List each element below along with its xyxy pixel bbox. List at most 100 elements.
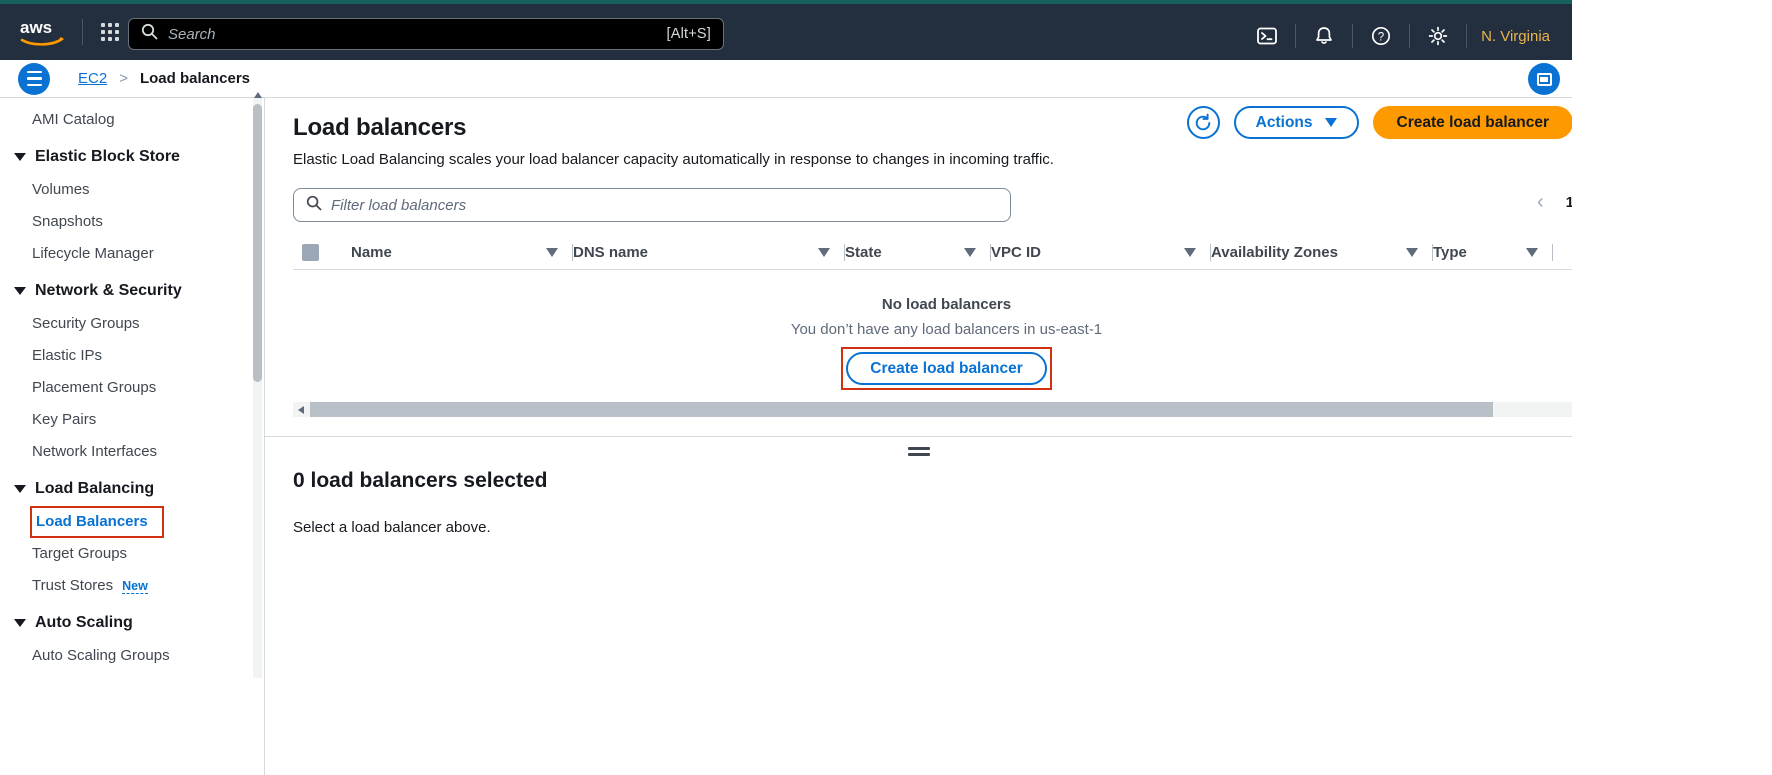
sidebar-item-label: AMI Catalog (32, 111, 115, 128)
column-header-label: VPC ID (991, 244, 1042, 261)
actions-dropdown-button[interactable]: Actions (1233, 106, 1359, 139)
caret-down-icon (14, 485, 26, 493)
filter-load-balancers-field[interactable] (293, 188, 1011, 222)
page-header-actions: Actions Create load balancer (1186, 106, 1572, 139)
filter-input[interactable] (331, 196, 998, 214)
sidebar-item-placement-groups[interactable]: Placement Groups (0, 372, 250, 404)
column-header-label: DNS name (573, 244, 649, 261)
column-header-name[interactable]: Name (351, 236, 573, 269)
detail-panel-title: 0 load balancers selected (293, 469, 548, 492)
services-apps-grid-icon[interactable] (93, 15, 127, 49)
page-right-gutter (1572, 0, 1772, 775)
table-empty-state: No load balancers You don’t have any loa… (293, 270, 1572, 390)
settings-gear-icon[interactable] (1418, 16, 1458, 56)
sidebar-group-label: Elastic Block Store (35, 148, 180, 165)
page-header: Load balancers Elastic Load Balancing sc… (265, 98, 1572, 168)
sidebar-item-new-badge: New (122, 579, 148, 594)
sidebar-item-ami-catalog[interactable]: AMI Catalog (0, 104, 250, 136)
region-selector[interactable]: N. Virginia (1475, 28, 1562, 45)
sidebar-item-security-groups[interactable]: Security Groups (0, 308, 250, 340)
sort-descending-icon[interactable] (818, 248, 830, 257)
sidebar-item-lifecycle-manager[interactable]: Lifecycle Manager (0, 238, 250, 270)
sidebar-item-key-pairs[interactable]: Key Pairs (0, 404, 250, 436)
table-scrollbar-thumb[interactable] (310, 402, 1493, 417)
sidebar-item-network-interfaces[interactable]: Network Interfaces (0, 436, 250, 468)
main-content: Load balancers Elastic Load Balancing sc… (265, 98, 1572, 775)
breadcrumb-bar: EC2 > Load balancers (0, 60, 1572, 98)
sidebar-item-label: Lifecycle Manager (32, 245, 154, 262)
sidebar-item-label: Security Groups (32, 315, 140, 332)
sidebar-scrollbar[interactable] (253, 92, 262, 678)
column-header-vpc-id[interactable]: VPC ID (991, 236, 1211, 269)
top-nav-right-group: ? N. Virginia (1247, 8, 1572, 64)
nav-divider (1352, 24, 1354, 48)
sidebar-group-label: Auto Scaling (35, 614, 133, 631)
refresh-icon[interactable] (1186, 106, 1220, 139)
sort-descending-icon[interactable] (1406, 248, 1418, 257)
sidebar-item-load-balancers[interactable]: Load Balancers (30, 506, 164, 538)
pagination-prev-button[interactable]: ‹ (1537, 192, 1544, 212)
sort-descending-icon[interactable] (546, 248, 558, 257)
sidebar-item-auto-scaling-groups[interactable]: Auto Scaling Groups (0, 640, 250, 672)
sidebar-item-label: Target Groups (32, 545, 128, 562)
load-balancers-table: Name DNS name State VPC ID Availability Zone… (293, 236, 1572, 390)
column-divider (1552, 244, 1553, 261)
column-header-label: Name (351, 244, 392, 261)
search-icon (306, 195, 322, 216)
split-panel-toggle-icon[interactable] (1528, 63, 1560, 95)
search-shortcut-hint: [Alt+S] (666, 26, 711, 42)
filter-row: ‹ 1 (293, 188, 1572, 222)
column-header-label: State (845, 244, 882, 261)
column-header-type[interactable]: Type (1433, 236, 1553, 269)
sidebar-navigation: AMI Catalog Elastic Block Store Volumes Sna… (0, 98, 250, 775)
column-header-label: Availability Zones (1211, 244, 1338, 261)
column-header-dns-name[interactable]: DNS name (573, 236, 845, 269)
sidebar-group-network-security[interactable]: Network & Security (0, 270, 250, 308)
column-header-state[interactable]: State (845, 236, 991, 269)
nav-divider (1409, 24, 1411, 48)
empty-state-subtitle: You don’t have any load balancers in us-… (790, 321, 1103, 338)
column-header-availability-zones[interactable]: Availability Zones (1211, 236, 1433, 269)
empty-state-action-highlight: Create load balancer (841, 347, 1052, 390)
hamburger-menu-icon[interactable] (18, 62, 50, 95)
notifications-bell-icon[interactable] (1304, 16, 1344, 56)
cloudshell-icon[interactable] (1247, 16, 1287, 56)
sidebar-group-auto-scaling[interactable]: Auto Scaling (0, 602, 250, 640)
global-search-box[interactable]: [Alt+S] (128, 18, 724, 50)
table-horizontal-scrollbar[interactable] (293, 402, 1572, 417)
caret-down-icon (14, 619, 26, 627)
sidebar-item-elastic-ips[interactable]: Elastic IPs (0, 340, 250, 372)
empty-state-create-load-balancer-button[interactable]: Create load balancer (846, 352, 1047, 385)
chevron-down-icon (1324, 118, 1337, 127)
sidebar-item-label: Elastic IPs (32, 347, 103, 364)
sidebar-item-target-groups[interactable]: Target Groups (0, 538, 250, 570)
breadcrumb-link-ec2[interactable]: EC2 (78, 70, 107, 87)
sidebar-item-volumes[interactable]: Volumes (0, 174, 250, 206)
caret-down-icon (14, 153, 26, 161)
sidebar-scrollbar-thumb[interactable] (253, 104, 262, 382)
sidebar-group-elastic-block-store[interactable]: Elastic Block Store (0, 136, 250, 174)
caret-down-icon (14, 287, 26, 295)
sidebar-item-trust-stores[interactable]: Trust Stores New (0, 570, 250, 602)
svg-text:aws: aws (20, 18, 52, 37)
scroll-left-arrow-icon[interactable] (298, 405, 304, 414)
create-load-balancer-button[interactable]: Create load balancer (1372, 106, 1572, 139)
aws-logo[interactable]: aws (14, 12, 72, 52)
detail-panel-body: Select a load balancer above. (293, 519, 491, 536)
panel-resize-handle[interactable] (907, 445, 930, 457)
sidebar-item-label: Key Pairs (32, 411, 97, 428)
sidebar-group-load-balancing[interactable]: Load Balancing (0, 468, 250, 506)
sidebar-item-snapshots[interactable]: Snapshots (0, 206, 250, 238)
scroll-up-arrow-icon[interactable] (254, 92, 262, 98)
help-icon[interactable]: ? (1361, 16, 1401, 56)
pagination: ‹ 1 (1537, 192, 1572, 212)
search-input[interactable] (168, 25, 667, 43)
sort-descending-icon[interactable] (1526, 248, 1538, 257)
sort-descending-icon[interactable] (1184, 248, 1196, 257)
sort-descending-icon[interactable] (964, 248, 976, 257)
sidebar-item-label: Trust Stores (32, 577, 114, 594)
sidebar-group-label: Load Balancing (35, 480, 155, 497)
sidebar-item-label: Volumes (32, 181, 90, 198)
select-all-checkbox[interactable] (302, 244, 319, 261)
nav-divider (1295, 24, 1297, 48)
